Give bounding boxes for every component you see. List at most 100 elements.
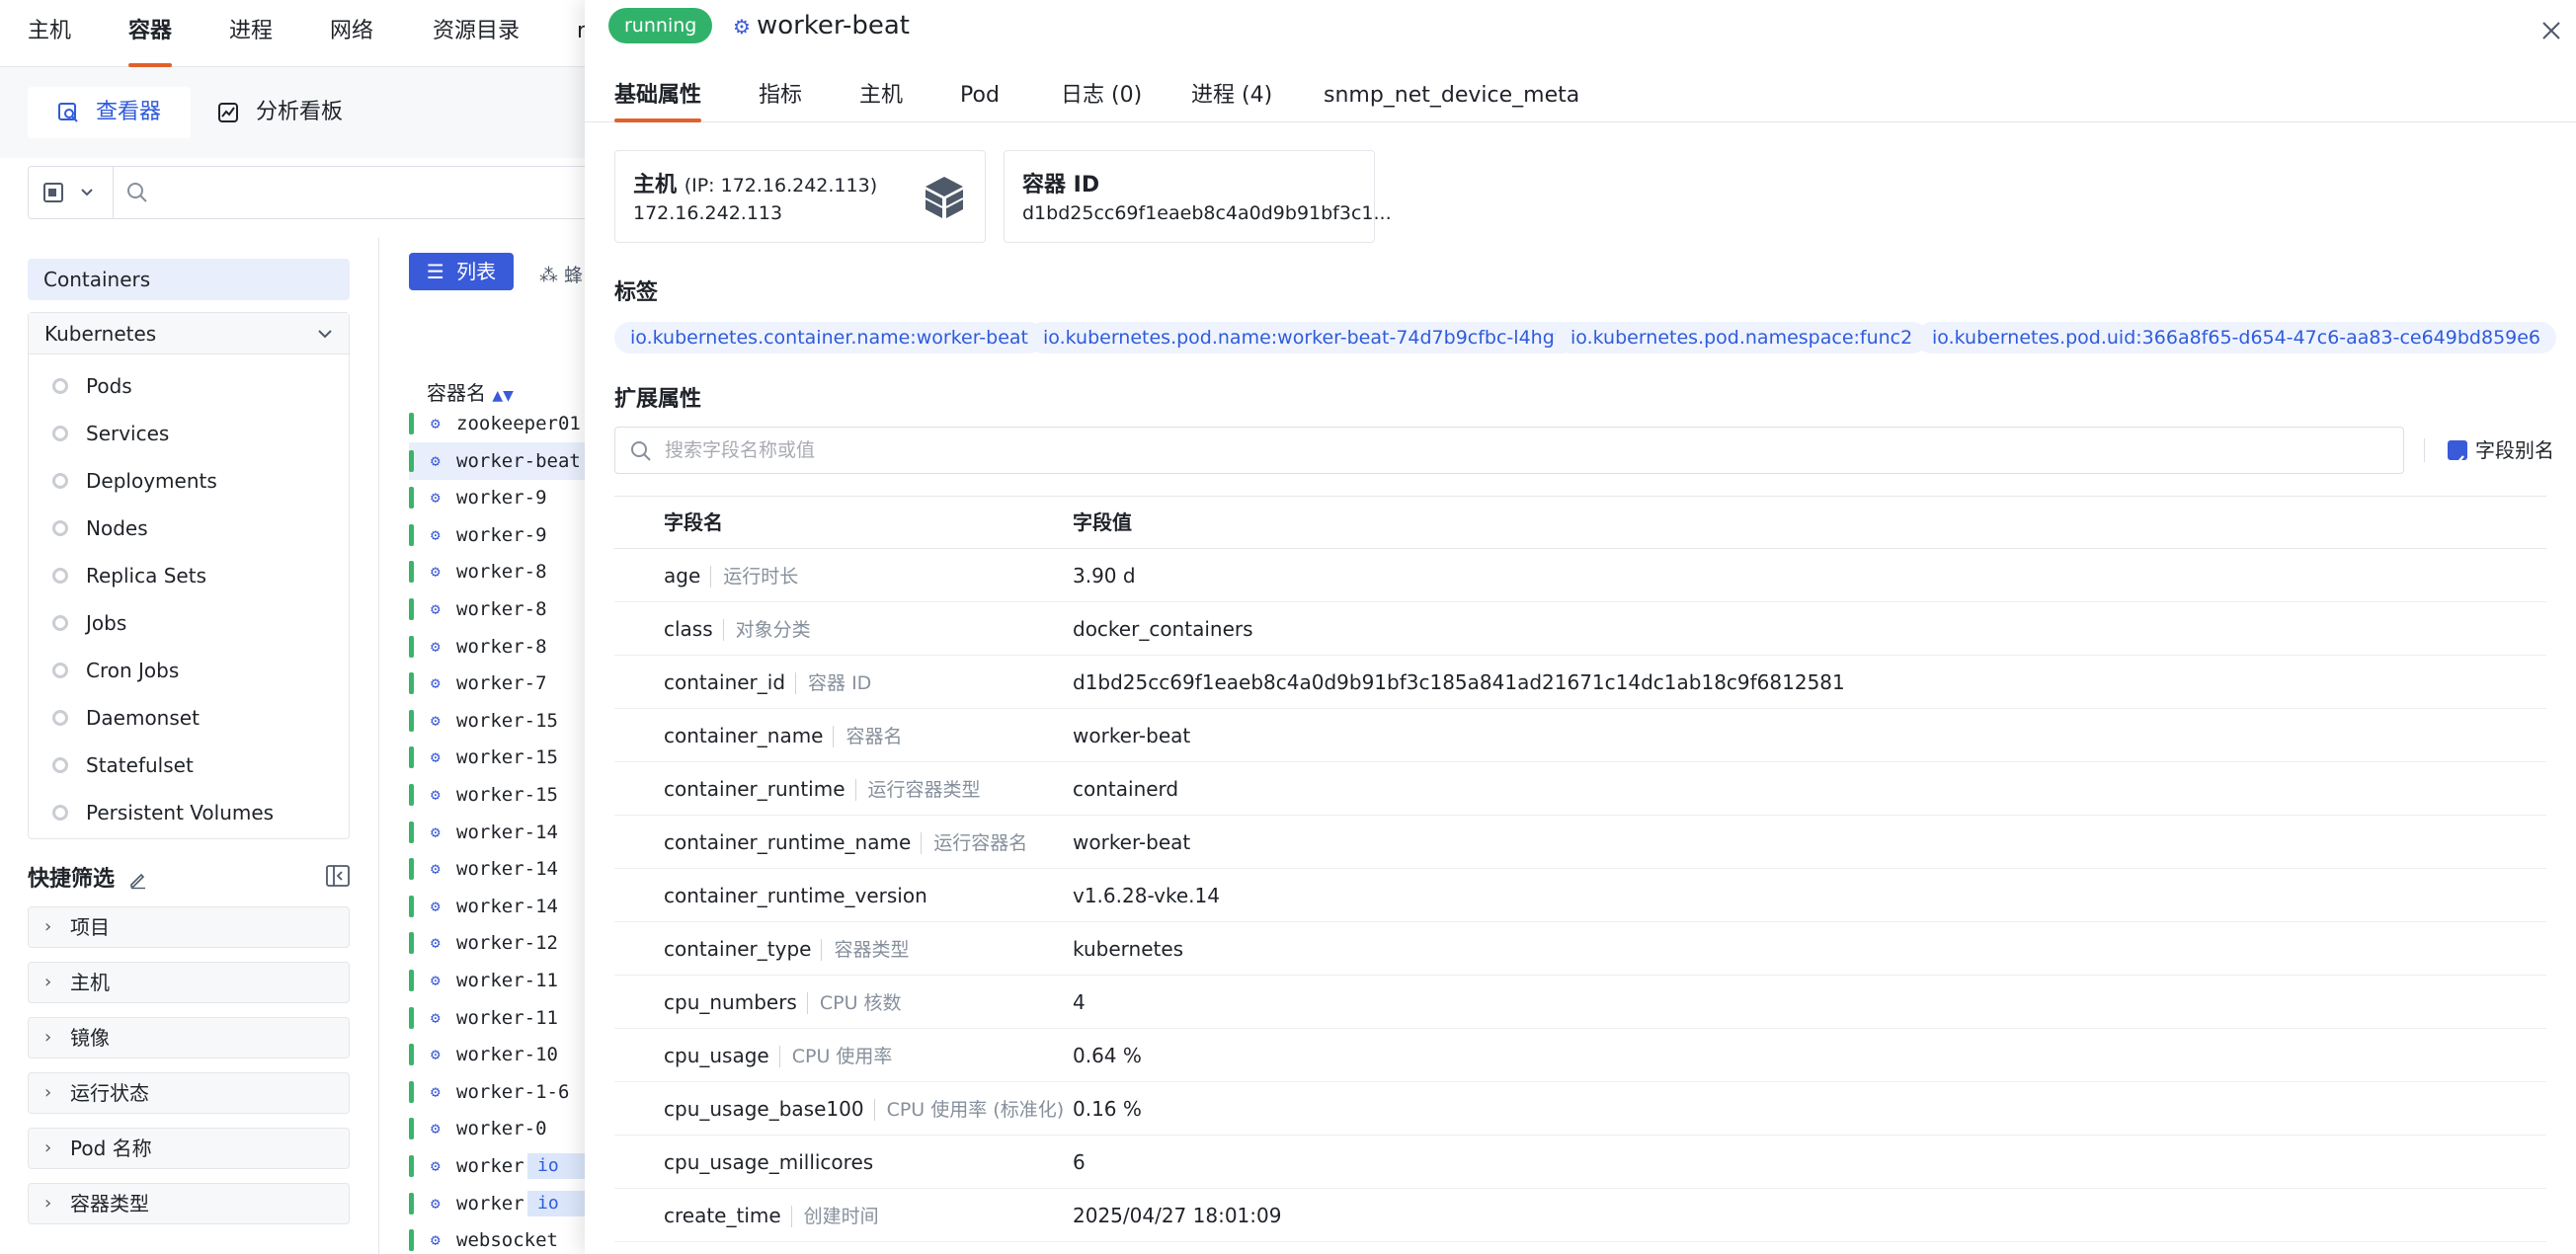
field-row[interactable]: create_time创建时间2025/04/27 18:01:09 xyxy=(614,1189,2546,1242)
tab-dashboard[interactable]: 分析看板 xyxy=(188,87,372,138)
nav-resource-catalog[interactable]: 资源目录 xyxy=(433,0,520,67)
container-gear-icon: ⚙ xyxy=(431,739,441,776)
table-row[interactable]: ⚙worker-7 xyxy=(409,665,606,702)
k8s-item-jobs[interactable]: Jobs xyxy=(52,599,126,647)
k8s-item-nodes[interactable]: Nodes xyxy=(52,505,148,552)
table-row[interactable]: ⚙worker-9 xyxy=(409,516,606,554)
close-icon[interactable] xyxy=(2540,20,2562,41)
field-row[interactable]: container_runtime_versionv1.6.28-vke.14 xyxy=(614,869,2546,922)
field-row[interactable]: age运行时长3.90 d xyxy=(614,549,2546,602)
k8s-item-statefulset[interactable]: Statefulset xyxy=(52,742,194,789)
source-selector[interactable] xyxy=(29,167,114,218)
table-row[interactable]: ⚙worker-0 xyxy=(409,1110,606,1147)
quick-filter-image[interactable]: ›镜像 xyxy=(28,1017,350,1058)
container-id-card[interactable]: 容器 ID d1bd25cc69f1eaeb8c4a0d9b91bf3c1... xyxy=(1004,150,1375,243)
tab-basic-attributes[interactable]: 基础属性 xyxy=(614,79,701,122)
field-row[interactable]: cpu_usageCPU 使用率0.64 % xyxy=(614,1029,2546,1082)
field-search-input[interactable]: 搜索字段名称或值 xyxy=(614,427,2404,474)
field-key: container_runtime_name xyxy=(664,830,911,854)
nav-network[interactable]: 网络 xyxy=(330,0,373,67)
status-bar xyxy=(409,413,414,434)
table-row[interactable]: ⚙workerio xyxy=(409,1185,606,1222)
field-row[interactable]: container_id容器 IDd1bd25cc69f1eaeb8c4a0d9… xyxy=(614,656,2546,709)
field-row[interactable]: container_runtime_name运行容器名worker-beat xyxy=(614,816,2546,869)
field-alias-toggle[interactable]: 字段别名 xyxy=(2448,427,2554,474)
k8s-item-label: Persistent Volumes xyxy=(86,801,274,824)
status-bar xyxy=(409,822,414,843)
tab-logs[interactable]: 日志 (0) xyxy=(1061,79,1142,122)
table-row[interactable]: ⚙worker-beat xyxy=(409,442,606,480)
field-row[interactable]: cpu_usage_millicores6 xyxy=(614,1136,2546,1189)
table-row[interactable]: ⚙worker-12 xyxy=(409,924,606,962)
table-row[interactable]: ⚙zookeeper01 xyxy=(409,405,606,442)
quick-filter-project[interactable]: ›项目 xyxy=(28,906,350,948)
column-header-container-name[interactable]: 容器名 ▲▼ xyxy=(427,377,514,406)
table-row[interactable]: ⚙worker-14 xyxy=(409,888,606,925)
table-row[interactable]: ⚙worker-15 xyxy=(409,739,606,776)
label-chip[interactable]: io.kubernetes.pod.namespace:func2 xyxy=(1555,322,1928,353)
radio-icon xyxy=(52,378,68,394)
table-row[interactable]: ⚙worker-11 xyxy=(409,999,606,1037)
tab-pod[interactable]: Pod xyxy=(960,79,1000,122)
table-row[interactable]: ⚙worker-9 xyxy=(409,479,606,516)
chevron-right-icon: › xyxy=(44,963,51,1002)
k8s-item-daemonset[interactable]: Daemonset xyxy=(52,694,200,742)
container-name: worker-0 xyxy=(456,1110,547,1147)
field-row[interactable]: container_runtime运行容器类型containerd xyxy=(614,762,2546,816)
k8s-item-persistent-volumes[interactable]: Persistent Volumes xyxy=(52,789,274,836)
quick-filter-container-type[interactable]: ›容器类型 xyxy=(28,1183,350,1224)
tab-viewer[interactable]: 查看器 xyxy=(28,87,191,138)
table-row[interactable]: ⚙worker-14 xyxy=(409,814,606,851)
nav-container[interactable]: 容器 xyxy=(128,0,172,67)
k8s-item-cron-jobs[interactable]: Cron Jobs xyxy=(52,647,179,694)
quick-filter-pod-name[interactable]: ›Pod 名称 xyxy=(28,1128,350,1169)
field-row[interactable]: container_type容器类型kubernetes xyxy=(614,922,2546,976)
nav-process[interactable]: 进程 xyxy=(229,0,273,67)
table-row[interactable]: ⚙worker-1-6 xyxy=(409,1073,606,1111)
table-row[interactable]: ⚙websocket xyxy=(409,1221,606,1254)
label-chip[interactable]: io.kubernetes.pod.name:worker-beat-74d7b… xyxy=(1027,322,1577,353)
nav-host[interactable]: 主机 xyxy=(28,0,71,67)
header-field-value: 字段值 xyxy=(1073,497,1132,548)
k8s-item-replica-sets[interactable]: Replica Sets xyxy=(52,552,206,599)
quick-filter-status[interactable]: ›运行状态 xyxy=(28,1072,350,1114)
containers-nav-item[interactable]: Containers xyxy=(28,259,350,300)
tab-host[interactable]: 主机 xyxy=(859,79,903,122)
field-row[interactable]: class对象分类docker_containers xyxy=(614,602,2546,656)
table-row[interactable]: ⚙worker-11 xyxy=(409,962,606,999)
edit-icon[interactable] xyxy=(128,870,148,890)
radio-icon xyxy=(52,520,68,536)
table-row[interactable]: ⚙worker-8 xyxy=(409,590,606,628)
collapse-panel-icon[interactable] xyxy=(326,865,350,887)
tab-snmp-net-device-meta[interactable]: snmp_net_device_meta xyxy=(1324,79,1579,122)
field-alias: CPU 使用率 xyxy=(779,1046,893,1067)
tab-viewer-label: 查看器 xyxy=(96,100,161,124)
label-chip[interactable]: io.kubernetes.pod.uid:366a8f65-d654-47c6… xyxy=(1916,322,2556,353)
chevron-right-icon: › xyxy=(44,1129,51,1168)
k8s-item-deployments[interactable]: Deployments xyxy=(52,457,217,505)
table-row[interactable]: ⚙worker-8 xyxy=(409,628,606,666)
tab-metrics[interactable]: 指标 xyxy=(759,79,802,122)
table-row[interactable]: ⚙worker-8 xyxy=(409,553,606,590)
field-name: container_name容器名 xyxy=(664,709,903,763)
table-row[interactable]: ⚙worker-10 xyxy=(409,1036,606,1073)
table-row[interactable]: ⚙worker-14 xyxy=(409,850,606,888)
k8s-item-pods[interactable]: Pods xyxy=(52,362,132,410)
k8s-item-services[interactable]: Services xyxy=(52,410,169,457)
list-view-button[interactable]: ☰ 列表 xyxy=(409,253,514,290)
tab-processes[interactable]: 进程 (4) xyxy=(1191,79,1272,122)
table-row[interactable]: ⚙workerio xyxy=(409,1147,606,1185)
container-name: worker-11 xyxy=(456,999,558,1037)
hive-view-button[interactable]: ⁂ 蜂 xyxy=(539,261,583,287)
quick-filter-host[interactable]: ›主机 xyxy=(28,962,350,1003)
table-row[interactable]: ⚙worker-15 xyxy=(409,776,606,814)
container-name: zookeeper01 xyxy=(456,405,581,442)
host-card[interactable]: 主机 (IP: 172.16.242.113) 172.16.242.113 xyxy=(614,150,986,243)
kubernetes-group-header[interactable]: Kubernetes xyxy=(29,313,349,354)
field-row[interactable]: cpu_usage_base100CPU 使用率 (标准化)0.16 % xyxy=(614,1082,2546,1136)
field-row[interactable]: container_name容器名worker-beat xyxy=(614,709,2546,762)
table-row[interactable]: ⚙worker-15 xyxy=(409,702,606,740)
row-tag: io xyxy=(527,1153,587,1179)
label-chip[interactable]: io.kubernetes.container.name:worker-beat xyxy=(614,322,1044,353)
field-row[interactable]: cpu_numbersCPU 核数4 xyxy=(614,976,2546,1029)
